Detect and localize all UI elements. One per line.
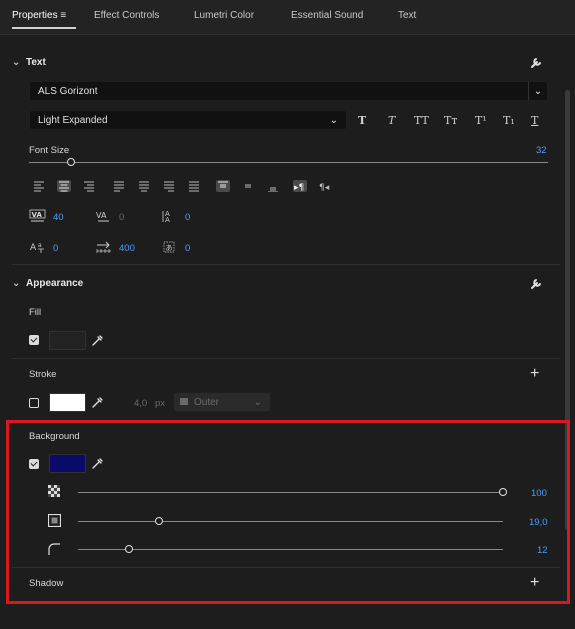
tab-width-value[interactable]: 400 xyxy=(119,243,135,254)
active-tab-indicator xyxy=(12,27,76,29)
svg-text:A: A xyxy=(30,243,37,253)
tab-properties[interactable]: Properties ≡ xyxy=(12,10,66,21)
rtl-direction-icon[interactable]: ¶◂ xyxy=(318,180,332,192)
chevron-down-icon[interactable]: ⌄ xyxy=(12,57,26,68)
justify-last-center-icon[interactable] xyxy=(137,180,151,192)
justify-last-left-icon[interactable] xyxy=(112,180,126,192)
font-style-value: Light Expanded xyxy=(38,115,108,126)
chevron-down-icon[interactable]: ⌄ xyxy=(528,82,547,100)
font-family-value: ALS Gorizont xyxy=(38,86,98,97)
small-caps-button[interactable]: Tт xyxy=(444,114,457,127)
leading-icon: AA xyxy=(162,210,170,224)
font-family-dropdown[interactable]: ALS Gorizont ⌄ xyxy=(29,81,548,101)
tab-properties-label: Properties xyxy=(12,10,58,21)
align-bottom-icon[interactable] xyxy=(266,180,280,192)
align-right-icon[interactable] xyxy=(82,180,96,192)
align-top-icon[interactable] xyxy=(216,180,230,192)
kerning-icon: VA xyxy=(29,209,46,222)
align-left-icon[interactable] xyxy=(32,180,46,192)
faux-bold-button[interactable]: T xyxy=(358,114,366,127)
wrench-icon[interactable] xyxy=(530,278,542,290)
svg-text:¶◂: ¶◂ xyxy=(319,183,330,192)
stroke-color-swatch[interactable] xyxy=(49,393,86,412)
wrench-icon[interactable] xyxy=(530,57,542,69)
stroke-checkbox[interactable] xyxy=(29,398,39,408)
superscript-button[interactable]: T¹ xyxy=(475,114,487,127)
tab-lumetri-color[interactable]: Lumetri Color xyxy=(194,10,254,21)
add-stroke-icon[interactable]: + xyxy=(530,366,539,382)
font-size-value[interactable]: 32 xyxy=(536,145,547,156)
fill-checkbox[interactable] xyxy=(29,335,39,345)
svg-text:▸¶: ▸¶ xyxy=(294,183,304,192)
tab-effect-controls[interactable]: Effect Controls xyxy=(94,10,159,21)
tsume-icon: あ xyxy=(163,241,175,253)
eyedropper-icon[interactable] xyxy=(91,334,104,347)
chevron-down-icon: ⌄ xyxy=(253,397,262,408)
stroke-type-value: Outer xyxy=(194,397,220,408)
section-divider xyxy=(12,358,560,359)
baseline-shift-value[interactable]: 0 xyxy=(53,243,58,254)
underline-button[interactable]: T xyxy=(531,114,538,127)
ltr-direction-icon[interactable]: ▸¶ xyxy=(293,180,307,192)
panel-tab-bar: Properties ≡ Effect Controls Lumetri Col… xyxy=(0,0,575,35)
fill-label: Fill xyxy=(29,307,42,318)
font-style-dropdown[interactable]: Light Expanded ⌄ xyxy=(29,110,347,130)
tab-text[interactable]: Text xyxy=(398,10,416,21)
text-section-header[interactable]: ⌄ Text xyxy=(12,57,46,68)
tracking-icon: VA xyxy=(96,211,109,222)
justify-last-right-icon[interactable] xyxy=(162,180,176,192)
chevron-down-icon[interactable]: ⌄ xyxy=(12,278,26,289)
svg-text:A: A xyxy=(165,216,170,224)
svg-text:VA: VA xyxy=(32,211,43,219)
text-section-title: Text xyxy=(26,57,46,68)
eyedropper-icon[interactable] xyxy=(91,396,104,409)
stroke-type-icon xyxy=(180,398,188,405)
stroke-type-dropdown[interactable]: Outer ⌄ xyxy=(173,392,271,412)
panel-menu-icon[interactable]: ≡ xyxy=(60,10,66,21)
subscript-button[interactable]: T₁ xyxy=(503,114,515,127)
appearance-section-header[interactable]: ⌄ Appearance xyxy=(12,278,83,289)
tab-width-icon xyxy=(96,241,111,253)
fill-color-swatch[interactable] xyxy=(49,331,86,350)
faux-italic-button[interactable]: T xyxy=(388,114,395,127)
font-size-slider-knob[interactable] xyxy=(66,158,75,166)
all-caps-button[interactable]: TT xyxy=(414,114,429,127)
stroke-width-value[interactable]: 4,0 xyxy=(134,398,147,409)
kerning-value[interactable]: 40 xyxy=(53,212,64,223)
svg-text:a: a xyxy=(38,242,42,249)
font-size-label: Font Size xyxy=(29,145,70,156)
stroke-label: Stroke xyxy=(29,369,57,380)
svg-text:あ: あ xyxy=(166,244,173,252)
section-divider xyxy=(12,264,560,265)
tsume-value[interactable]: 0 xyxy=(185,243,190,254)
tab-essential-sound[interactable]: Essential Sound xyxy=(291,10,363,21)
align-center-icon[interactable] xyxy=(57,180,71,192)
baseline-shift-icon: Aa xyxy=(30,242,44,253)
tracking-value[interactable]: 0 xyxy=(119,212,124,223)
appearance-section-title: Appearance xyxy=(26,278,84,289)
chevron-down-icon: ⌄ xyxy=(329,115,338,126)
leading-value[interactable]: 0 xyxy=(185,212,190,223)
svg-text:VA: VA xyxy=(96,211,107,220)
highlight-box xyxy=(6,420,570,604)
properties-panel: Properties ≡ Effect Controls Lumetri Col… xyxy=(0,0,575,629)
font-size-slider-track[interactable] xyxy=(29,162,548,163)
justify-all-icon[interactable] xyxy=(187,180,201,192)
stroke-unit: px xyxy=(155,398,166,409)
align-middle-icon[interactable] xyxy=(241,180,255,192)
